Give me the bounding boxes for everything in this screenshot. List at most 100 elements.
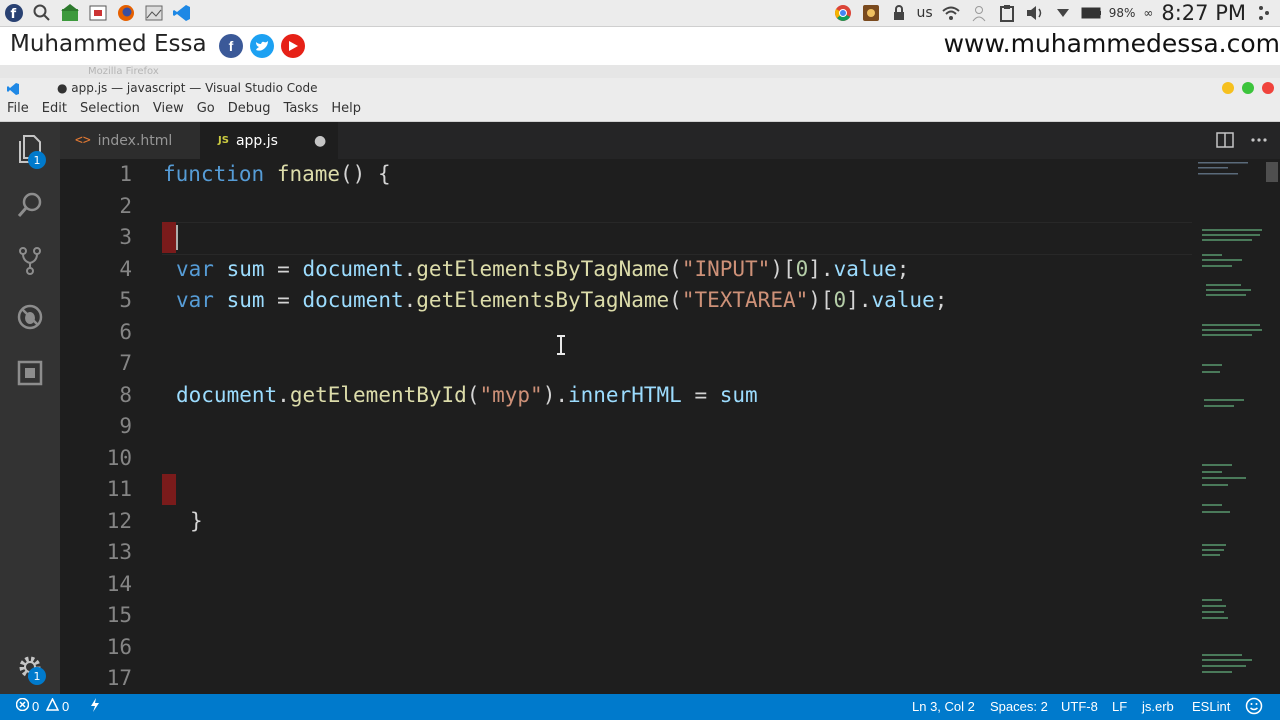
git-deleted-marker bbox=[162, 474, 176, 505]
code-line-4: var sum = document.getElementsByTagName(… bbox=[176, 257, 909, 281]
token-punctuation: } bbox=[190, 509, 203, 533]
code-line-5: var sum = document.getElementsByTagName(… bbox=[176, 288, 947, 312]
token-function: fname bbox=[276, 162, 341, 186]
line-number: 9 bbox=[119, 414, 132, 438]
token-punctuation: . bbox=[277, 383, 290, 407]
menu-go[interactable]: Go bbox=[190, 99, 221, 121]
js-file-icon: JS bbox=[218, 135, 229, 146]
vertical-scrollbar[interactable] bbox=[1266, 159, 1280, 694]
token-punctuation: . bbox=[403, 288, 417, 312]
token-punctuation: ( bbox=[669, 288, 682, 312]
token-string: "INPUT" bbox=[681, 257, 771, 281]
minimap[interactable] bbox=[1196, 159, 1266, 694]
dropdown-arrow-icon[interactable] bbox=[1053, 3, 1073, 23]
code-line-1: function fname() { bbox=[163, 162, 391, 186]
twitter-icon[interactable] bbox=[250, 34, 274, 58]
minimize-button[interactable] bbox=[1222, 82, 1234, 94]
tab-app-js[interactable]: JS app.js ● bbox=[200, 122, 338, 159]
wifi-icon[interactable] bbox=[941, 3, 961, 23]
volume-icon[interactable] bbox=[1025, 3, 1045, 23]
line-number: 14 bbox=[106, 572, 132, 596]
keyboard-layout[interactable]: us bbox=[917, 5, 933, 21]
token-function: getElementsByTagName bbox=[416, 257, 670, 281]
token-operator: = bbox=[264, 288, 303, 312]
text-cursor-ibeam-icon bbox=[556, 335, 566, 359]
menu-selection[interactable]: Selection bbox=[73, 99, 146, 121]
extensions-icon[interactable] bbox=[15, 358, 45, 388]
scrollbar-thumb[interactable] bbox=[1266, 162, 1278, 182]
code-line-8: document.getElementById("myp").innerHTML… bbox=[176, 383, 758, 407]
menu-edit[interactable]: Edit bbox=[35, 99, 73, 121]
facebook-icon[interactable]: f bbox=[219, 34, 243, 58]
chrome-icon[interactable] bbox=[833, 3, 853, 23]
indentation[interactable]: Spaces: 2 bbox=[990, 699, 1048, 714]
app-tray-icon[interactable] bbox=[861, 3, 881, 23]
token-punctuation: )[ bbox=[808, 288, 834, 312]
error-icon[interactable] bbox=[15, 697, 30, 714]
close-button[interactable] bbox=[1262, 82, 1274, 94]
menu-debug[interactable]: Debug bbox=[221, 99, 277, 121]
youtube-icon[interactable] bbox=[281, 34, 305, 58]
warning-icon[interactable] bbox=[45, 697, 60, 714]
more-actions-icon[interactable] bbox=[1250, 132, 1268, 152]
author-name: Muhammed Essa bbox=[10, 31, 207, 57]
lightning-icon[interactable] bbox=[90, 698, 100, 715]
source-control-icon[interactable] bbox=[15, 246, 45, 276]
user-icon[interactable] bbox=[969, 3, 989, 23]
fedora-icon[interactable]: f bbox=[4, 3, 24, 23]
lock-icon[interactable] bbox=[889, 3, 909, 23]
eslint-status[interactable]: ESLint bbox=[1192, 699, 1230, 714]
maximize-button[interactable] bbox=[1242, 82, 1254, 94]
menu-bar: File Edit Selection View Go Debug Tasks … bbox=[0, 99, 1280, 122]
split-editor-icon[interactable] bbox=[1216, 132, 1234, 152]
explorer-badge: 1 bbox=[28, 151, 46, 169]
html-file-icon: <> bbox=[75, 133, 91, 148]
token-function: getElementById bbox=[289, 383, 467, 407]
debug-icon[interactable] bbox=[15, 302, 45, 332]
tab-label: app.js bbox=[235, 132, 278, 149]
search-view-icon[interactable] bbox=[15, 190, 45, 220]
search-icon[interactable] bbox=[32, 3, 52, 23]
battery-icon bbox=[1081, 3, 1101, 23]
menu-help[interactable]: Help bbox=[324, 99, 367, 121]
current-line-highlight bbox=[162, 222, 1192, 255]
image-viewer-icon[interactable] bbox=[144, 3, 164, 23]
background-window-title: Mozilla Firefox bbox=[88, 66, 159, 77]
encoding[interactable]: UTF-8 bbox=[1061, 699, 1098, 714]
firefox-icon[interactable] bbox=[116, 3, 136, 23]
feedback-smiley-icon[interactable] bbox=[1245, 697, 1263, 718]
token-string: "myp" bbox=[479, 383, 543, 407]
explorer-icon[interactable]: 1 bbox=[15, 134, 46, 169]
menu-view[interactable]: View bbox=[146, 99, 190, 121]
editor-tab-bar: <> index.html JS app.js ● bbox=[60, 122, 1280, 159]
power-menu-icon[interactable] bbox=[1254, 3, 1274, 23]
token-function: getElementsByTagName bbox=[416, 288, 670, 312]
code-editor[interactable]: 1 2 3 4 5 6 7 8 9 10 11 12 13 14 15 16 1… bbox=[60, 159, 1280, 694]
token-property: value bbox=[871, 288, 935, 312]
clock[interactable]: 8:27 PM bbox=[1161, 1, 1246, 25]
menu-file[interactable]: File bbox=[0, 99, 35, 121]
line-number: 4 bbox=[119, 257, 132, 281]
screenshot-icon[interactable] bbox=[88, 3, 108, 23]
line-ending[interactable]: LF bbox=[1112, 699, 1127, 714]
token-punctuation: ( bbox=[466, 383, 480, 407]
home-folder-icon[interactable] bbox=[60, 3, 80, 23]
token-punctuation: ]. bbox=[846, 288, 872, 312]
vscode-icon[interactable] bbox=[172, 3, 192, 23]
tab-index-html[interactable]: <> index.html bbox=[60, 122, 200, 159]
cursor-position[interactable]: Ln 3, Col 2 bbox=[912, 699, 975, 714]
settings-gear-icon[interactable]: 1 bbox=[15, 652, 46, 685]
language-mode[interactable]: js.erb bbox=[1142, 699, 1174, 714]
token-keyword: var bbox=[176, 288, 214, 312]
clipboard-icon[interactable] bbox=[997, 3, 1017, 23]
background-firefox-window: Mozilla Firefox bbox=[0, 65, 1280, 78]
line-number: 3 bbox=[119, 225, 132, 249]
settings-badge: 1 bbox=[28, 667, 46, 685]
token-property: innerHTML bbox=[568, 383, 682, 407]
unsaved-dot[interactable]: ● bbox=[314, 133, 326, 149]
line-number: 13 bbox=[106, 540, 132, 564]
menu-tasks[interactable]: Tasks bbox=[277, 99, 325, 121]
line-number: 17 bbox=[106, 666, 132, 690]
warning-count[interactable]: 0 bbox=[62, 699, 69, 714]
error-count[interactable]: 0 bbox=[32, 699, 39, 714]
